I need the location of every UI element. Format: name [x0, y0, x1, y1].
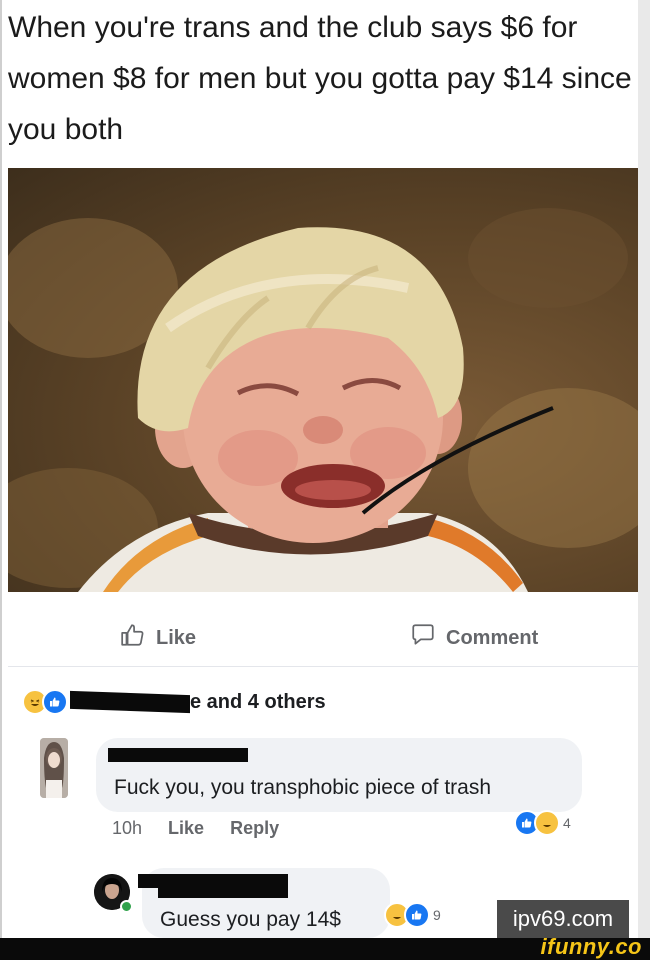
- redacted-commenter-name: [108, 748, 248, 762]
- site-watermark: ipv69.com: [497, 900, 629, 938]
- comment-bubble: Fuck you, you transphobic piece of trash: [96, 738, 582, 812]
- comment-button[interactable]: Comment: [410, 622, 538, 654]
- reaction-summary[interactable]: e and 4 others: [22, 684, 326, 720]
- comment-reply-link[interactable]: Reply: [230, 818, 279, 839]
- comment-timestamp: 10h: [112, 818, 143, 838]
- commenter-avatar[interactable]: [40, 738, 68, 798]
- post-actions-bar: Like Comment: [8, 606, 638, 667]
- reply-bubble: Guess you pay 14$: [138, 868, 390, 938]
- post-photo[interactable]: [8, 168, 638, 592]
- comment-meta: 10h Like Reply: [112, 818, 279, 839]
- comment-like-link[interactable]: Like: [168, 818, 204, 839]
- redacted-reply-name: [138, 874, 288, 888]
- post-caption: When you're trans and the club says $6 f…: [8, 11, 632, 146]
- reply-text: Guess you pay 14$: [160, 908, 341, 931]
- redacted-reply-name-2: [158, 888, 288, 898]
- reaction-summary-text: e and 4 others: [190, 690, 326, 713]
- online-status-dot: [120, 900, 133, 913]
- facebook-post: When you're trans and the club says $6 f…: [0, 0, 638, 938]
- reply-reaction-count: 9: [433, 907, 441, 923]
- like-button-label: Like: [156, 626, 197, 649]
- thumbs-up-icon: [120, 622, 146, 654]
- comment-button-label: Comment: [446, 626, 539, 649]
- like-reaction-icon: [404, 902, 430, 928]
- comment-text: Fuck you, you transphobic piece of trash: [114, 776, 492, 799]
- like-button[interactable]: Like: [120, 622, 196, 654]
- comment-bubble-icon: [410, 622, 436, 654]
- like-reaction-icon: [42, 689, 68, 715]
- ifunny-watermark: ifunny.co: [540, 934, 642, 959]
- crying-child-image: [8, 208, 638, 592]
- reply-reaction-badge[interactable]: 9: [384, 902, 441, 928]
- comment-reaction-count: 4: [563, 815, 571, 831]
- redacted-name: [70, 690, 190, 714]
- haha-reaction-icon: [534, 810, 560, 836]
- comment-reaction-badge[interactable]: 4: [514, 810, 571, 836]
